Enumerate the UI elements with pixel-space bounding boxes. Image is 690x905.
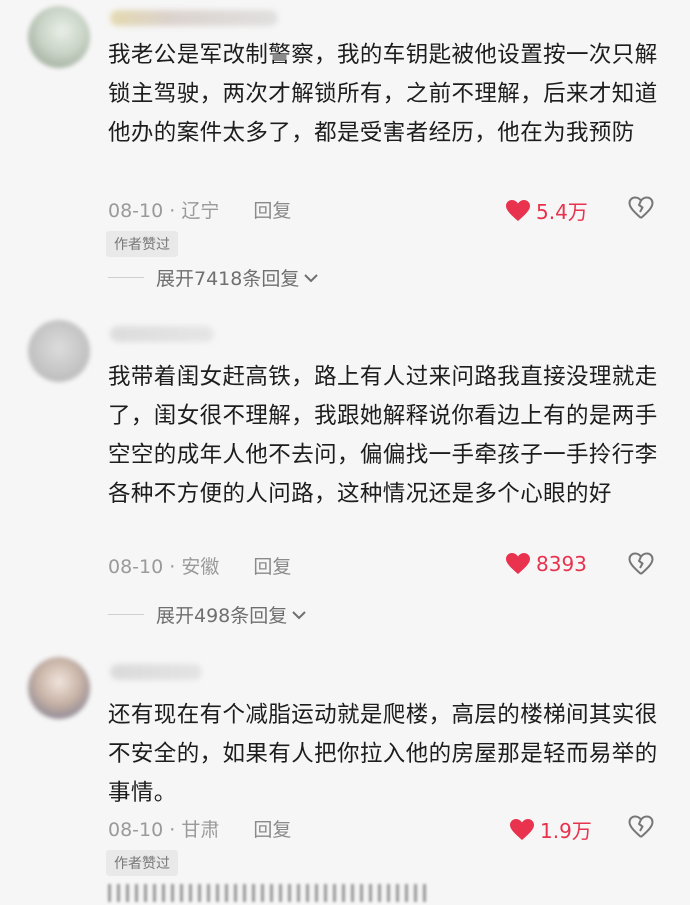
- separator-dot: ·: [169, 819, 182, 841]
- reply-button[interactable]: 回复: [253, 819, 291, 841]
- comment-meta: 08-10 · 甘肃 回复: [108, 815, 291, 842]
- dislike-icon[interactable]: [628, 552, 654, 576]
- like-button[interactable]: 5.4万: [506, 196, 588, 225]
- username-blurred[interactable]: [110, 10, 278, 26]
- username-blurred[interactable]: [110, 664, 202, 680]
- reply-button[interactable]: 回复: [253, 200, 291, 222]
- divider-line: [108, 277, 144, 278]
- comment-meta: 08-10 · 安徽 回复: [108, 552, 291, 579]
- comment-location: 安徽: [181, 556, 220, 578]
- dislike-icon[interactable]: [628, 196, 654, 220]
- comment-text: 我带着闺女赶高铁，路上有人过来问路我直接没理就走了，闺女很不理解，我跟她解释说你…: [108, 364, 658, 507]
- divider-line: [108, 614, 144, 615]
- separator-dot: ·: [169, 556, 182, 578]
- like-count: 1.9万: [540, 819, 592, 843]
- like-button[interactable]: 1.9万: [510, 815, 592, 844]
- comment-date: 08-10: [108, 200, 164, 222]
- heart-icon: [506, 199, 530, 221]
- avatar[interactable]: [28, 320, 90, 382]
- heart-icon: [506, 553, 530, 574]
- comment-text: 我老公是军改制警察，我的车钥匙被他设置按一次只解锁主驾驶，两次才解锁所有，之前不…: [108, 42, 658, 146]
- like-count: 8393: [536, 552, 587, 576]
- comment-text: 还有现在有个减脂运动就是爬楼，高层的楼梯间其实很不安全的，如果有人把你拉入他的房…: [108, 702, 658, 806]
- expand-replies-button[interactable]: 展开7418条回复: [108, 264, 319, 291]
- chevron-down-icon: [304, 273, 319, 282]
- comment-date: 08-10: [108, 556, 164, 578]
- author-liked-badge: 作者赞过: [106, 850, 178, 876]
- expand-replies-label: 展开498条回复: [156, 605, 288, 627]
- expand-replies-button[interactable]: 展开498条回复: [108, 601, 307, 628]
- expand-replies-label: 展开7418条回复: [156, 268, 300, 290]
- comment-meta: 08-10 · 辽宁 回复: [108, 196, 291, 223]
- like-button[interactable]: 8393: [506, 552, 587, 576]
- author-liked-badge: 作者赞过: [106, 231, 178, 257]
- avatar[interactable]: [28, 657, 90, 719]
- expand-replies-blurred[interactable]: [108, 884, 428, 902]
- reply-button[interactable]: 回复: [253, 556, 291, 578]
- comment-location: 甘肃: [181, 819, 220, 841]
- dislike-icon[interactable]: [628, 815, 654, 839]
- like-count: 5.4万: [536, 200, 588, 224]
- avatar[interactable]: [28, 6, 90, 68]
- heart-icon: [510, 818, 534, 840]
- comment-date: 08-10: [108, 819, 164, 841]
- comment-location: 辽宁: [181, 200, 220, 222]
- chevron-down-icon: [292, 610, 306, 619]
- username-blurred[interactable]: [110, 326, 214, 342]
- separator-dot: ·: [169, 200, 182, 222]
